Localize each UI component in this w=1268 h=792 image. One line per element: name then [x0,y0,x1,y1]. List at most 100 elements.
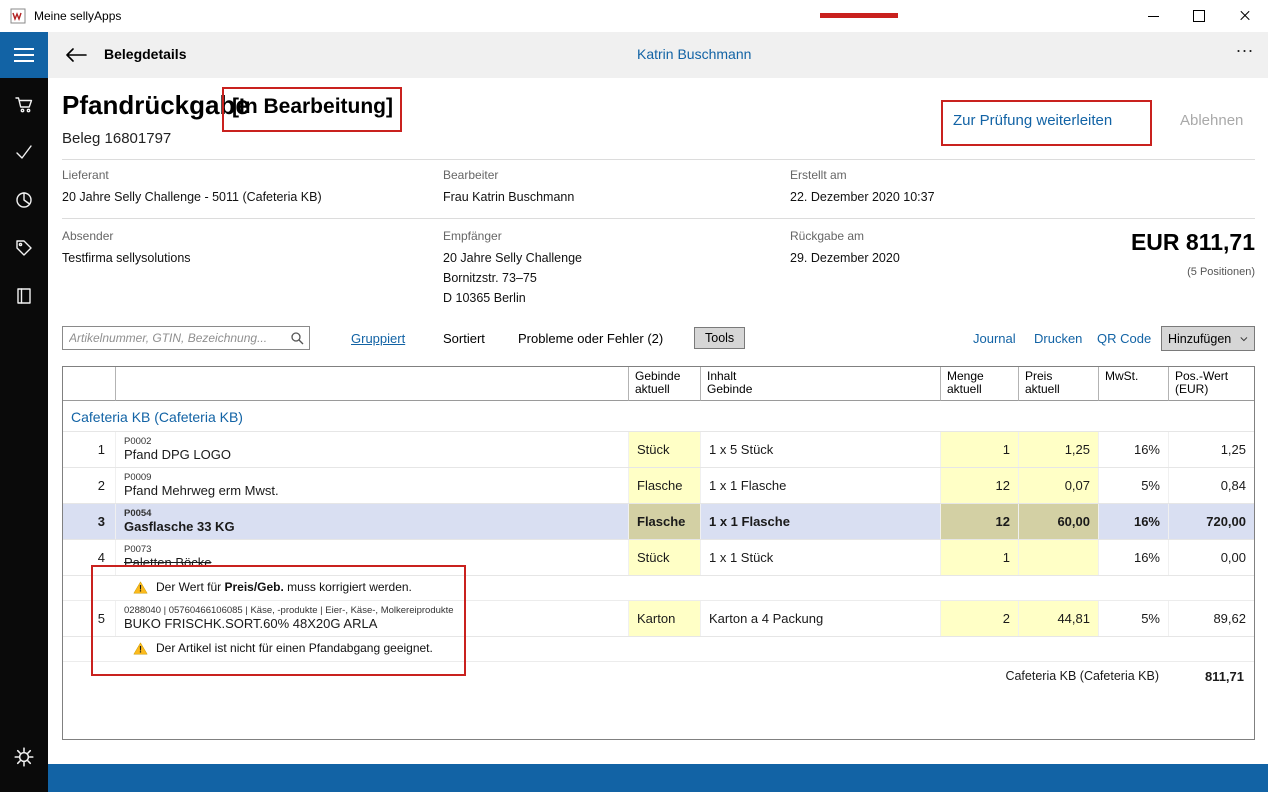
more-menu-button[interactable]: ... [1236,36,1254,57]
search-box [62,326,310,350]
article-code: 0288040 | 05760466106085 | Käse, -produk… [124,605,454,616]
article-name: Pfand Mehrweg erm Mwst. [124,483,279,499]
lieferant-value: 20 Jahre Selly Challenge - 5011 (Cafeter… [62,190,322,204]
sidebar-item-settings[interactable] [0,733,48,781]
window-title: Meine sellyApps [34,9,121,23]
article-name: Gasflasche 33 KG [124,519,235,535]
table-row-selected[interactable]: 3 P0054 Gasflasche 33 KG Flasche 1 x 1 F… [63,504,1254,540]
sortiert-link[interactable]: Sortiert [443,331,485,346]
group-footer-total: 811,71 [1167,662,1254,691]
header-user-name: Katrin Buschmann [637,46,751,62]
gebinde-cell[interactable]: Karton [629,601,701,636]
checkmark-icon [14,142,34,162]
menge-cell[interactable]: 12 [941,504,1019,539]
qr-code-link[interactable]: QR Code [1097,331,1151,346]
warning-row: ! Der Wert für Preis/Geb. muss korrigier… [63,576,1254,601]
app-header: Belegdetails Katrin Buschmann ... [48,32,1268,78]
rueckgabe-value: 29. Dezember 2020 [790,251,900,265]
tools-button[interactable]: Tools [694,327,745,349]
wert-cell: 720,00 [1169,504,1254,539]
page-title: Belegdetails [104,46,186,62]
empfaenger-line2: Bornitzstr. 73–75 [443,271,537,285]
sidebar-item-journal[interactable] [0,272,48,320]
maximize-button[interactable] [1176,0,1222,32]
warning-text-part: muss korrigiert werden. [284,580,412,594]
probleme-fehler-link[interactable]: Probleme oder Fehler (2) [518,331,663,346]
article-name-strikethrough: Paletten Böcke [124,555,211,571]
preis-cell[interactable]: 0,07 [1019,468,1099,503]
menge-cell[interactable]: 1 [941,540,1019,575]
inhalt-cell: 1 x 5 Stück [701,432,941,467]
group-header: Cafeteria KB (Cafeteria KB) [63,401,1254,432]
divider [62,159,1255,160]
hamburger-menu-button[interactable] [0,32,48,78]
article-code: P0002 [124,436,151,447]
positions-table: Gebinde aktuell Inhalt Gebinde Menge akt… [62,366,1255,740]
group-footer-row: Cafeteria KB (Cafeteria KB) 811,71 [63,662,1254,691]
sidebar-item-cart[interactable] [0,80,48,128]
search-icon[interactable] [290,331,304,345]
warning-text-part: Der Wert für [156,580,224,594]
preis-cell[interactable]: 44,81 [1019,601,1099,636]
article-cell: 0288040 | 05760466106085 | Käse, -produk… [116,601,629,636]
wert-cell: 0,84 [1169,468,1254,503]
status-badge: [In Bearbeitung] [232,95,393,119]
drucken-link[interactable]: Drucken [1034,331,1082,346]
table-row[interactable]: 4 P0073 Paletten Böcke Stück 1 x 1 Stück… [63,540,1254,576]
absender-label: Absender [62,229,113,243]
reject-button[interactable]: Ablehnen [1180,112,1243,129]
inhalt-cell: 1 x 1 Flasche [701,468,941,503]
bottom-bar [48,764,1268,792]
mwst-cell: 16% [1099,504,1169,539]
article-code: P0009 [124,472,151,483]
forward-for-review-button[interactable]: Zur Prüfung weiterleiten [953,112,1112,129]
preis-cell[interactable] [1019,540,1099,575]
search-input[interactable] [63,331,290,345]
table-row[interactable]: 1 P0002 Pfand DPG LOGO Stück 1 x 5 Stück… [63,432,1254,468]
sidebar-item-tasks[interactable] [0,128,48,176]
gebinde-cell[interactable]: Flasche [629,468,701,503]
hinzufuegen-label: Hinzufügen [1168,332,1231,346]
inhalt-cell: Karton a 4 Packung [701,601,941,636]
empfaenger-line3: D 10365 Berlin [443,291,526,305]
close-button[interactable] [1222,0,1268,32]
table-row[interactable]: 5 0288040 | 05760466106085 | Käse, -prod… [63,601,1254,637]
sidebar-item-labels[interactable] [0,224,48,272]
hinzufuegen-button[interactable]: Hinzufügen [1161,326,1255,351]
header-number [63,367,116,401]
wert-cell: 89,62 [1169,601,1254,636]
row-number: 5 [63,601,116,636]
table-row[interactable]: 2 P0009 Pfand Mehrweg erm Mwst. Flasche … [63,468,1254,504]
gebinde-cell[interactable]: Stück [629,540,701,575]
row-number: 4 [63,540,116,575]
bearbeiter-label: Bearbeiter [443,168,498,182]
article-cell: P0009 Pfand Mehrweg erm Mwst. [116,468,629,503]
header-mwst: MwSt. [1099,367,1169,401]
menge-cell[interactable]: 1 [941,432,1019,467]
preis-cell[interactable]: 60,00 [1019,504,1099,539]
menge-cell[interactable]: 2 [941,601,1019,636]
warning-text: Der Artikel ist nicht für einen Pfandabg… [156,641,433,655]
back-button[interactable] [60,43,92,67]
bearbeiter-value: Frau Katrin Buschmann [443,190,574,204]
journal-link[interactable]: Journal [973,331,1016,346]
gebinde-cell[interactable]: Flasche [629,504,701,539]
absender-value: Testfirma sellysolutions [62,251,191,265]
gruppiert-link[interactable]: Gruppiert [351,331,405,346]
empfaenger-label: Empfänger [443,229,502,243]
title-bar: Meine sellyApps [0,0,1268,32]
back-arrow-icon [65,48,87,62]
header-menge: Menge aktuell [941,367,1019,401]
inhalt-cell: 1 x 1 Flasche [701,504,941,539]
sidebar-item-statistics[interactable] [0,176,48,224]
minimize-button[interactable] [1130,0,1176,32]
warning-icon: ! [133,642,148,655]
lieferant-label: Lieferant [62,168,109,182]
gebinde-cell[interactable]: Stück [629,432,701,467]
header-gebinde: Gebinde aktuell [629,367,701,401]
menge-cell[interactable]: 12 [941,468,1019,503]
app-icon [10,8,26,24]
tag-icon [14,238,34,258]
preis-cell[interactable]: 1,25 [1019,432,1099,467]
article-code: P0073 [124,544,151,555]
